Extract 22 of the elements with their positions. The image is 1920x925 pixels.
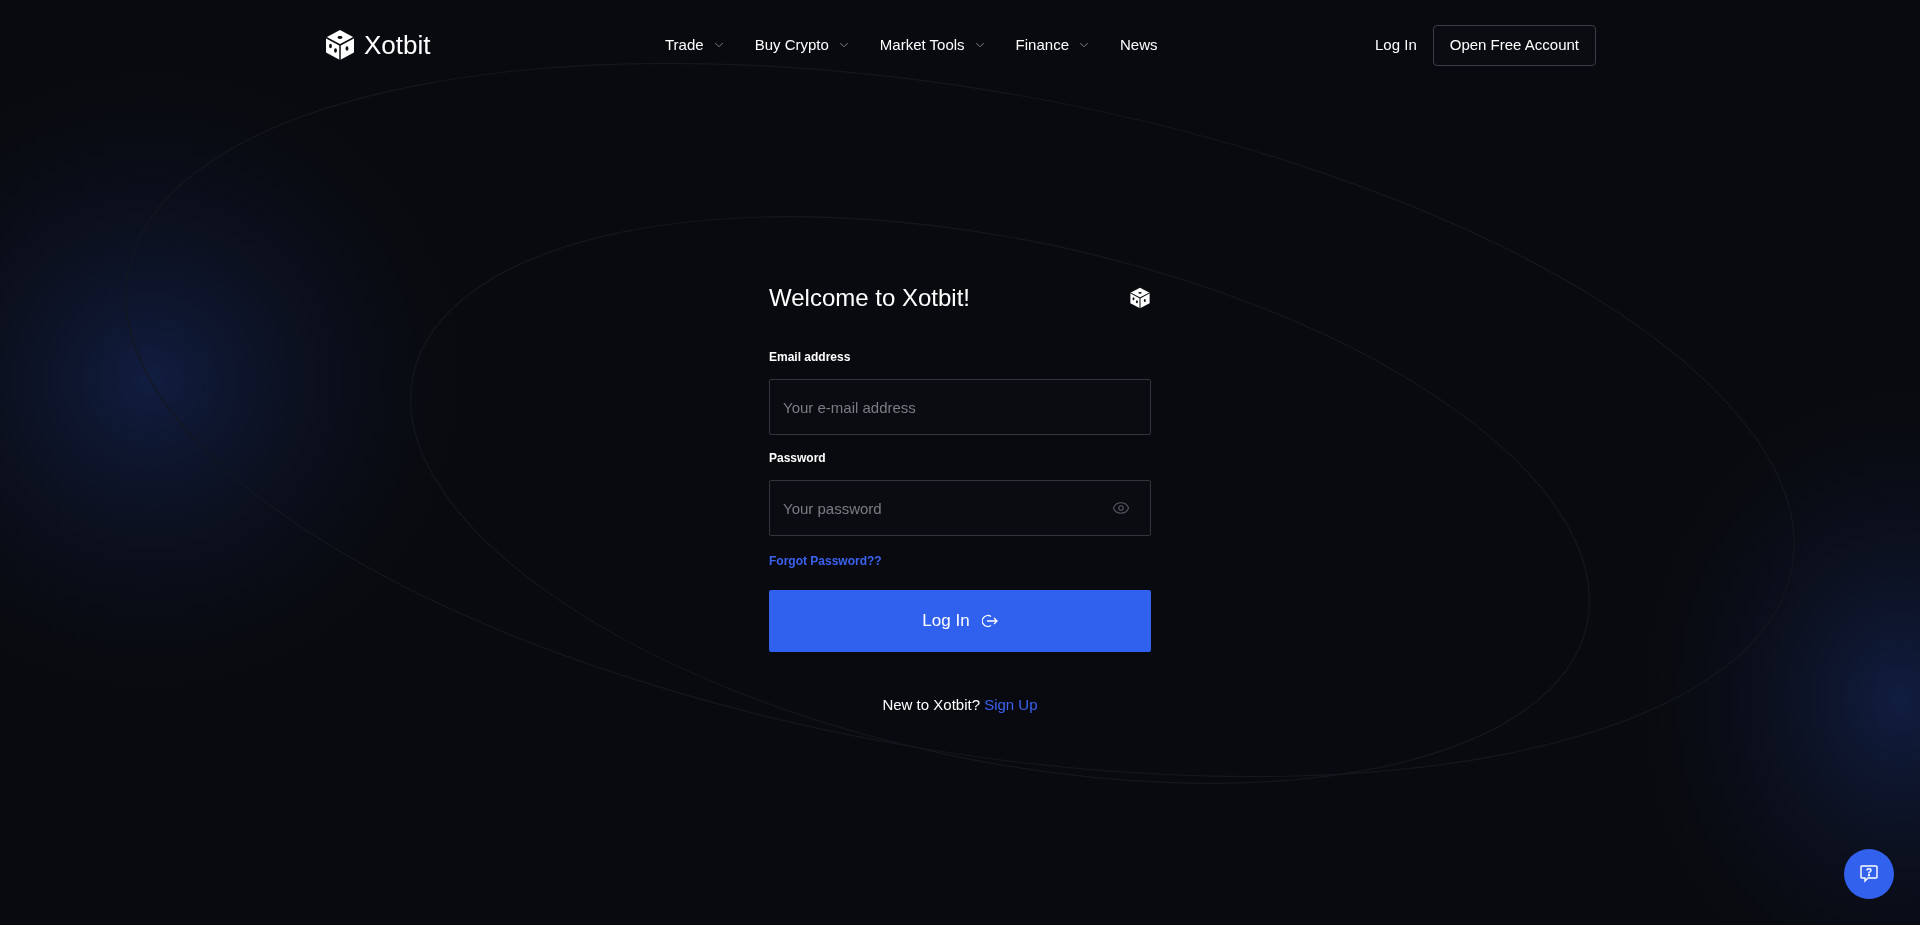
signup-prompt: New to Xotbit? Sign Up [881, 695, 1039, 715]
nav-link[interactable]: Finance [1015, 33, 1091, 57]
nav-link[interactable]: News [1120, 33, 1158, 57]
help-chat-icon [1859, 864, 1879, 884]
field-label: Password [769, 450, 827, 467]
nav-link[interactable]: Buy Crypto [754, 33, 851, 57]
signup-link[interactable]: Sign Up [984, 696, 1038, 713]
eye-icon[interactable] [1112, 499, 1130, 517]
nav-link[interactable]: Trade [665, 33, 726, 57]
email-field[interactable]: Your e-mail address [769, 379, 1151, 435]
logo-icon [324, 29, 356, 61]
logout-icon [981, 613, 998, 629]
brand-name[interactable]: Xotbit [364, 25, 431, 65]
field-label: Email address [769, 349, 852, 366]
open-account-button[interactable]: Open Free Account [1432, 24, 1596, 66]
nav-link[interactable]: Market Tools [879, 33, 987, 57]
welcome-title: Welcome to Xotbit! [769, 283, 970, 313]
login-link[interactable]: Log In [1375, 33, 1417, 57]
cube-icon [1129, 287, 1151, 309]
login-button[interactable]: Log In [769, 590, 1151, 652]
password-field[interactable]: Your password [769, 480, 1151, 536]
forgot-password-link[interactable]: Forgot Password?? [769, 552, 882, 570]
